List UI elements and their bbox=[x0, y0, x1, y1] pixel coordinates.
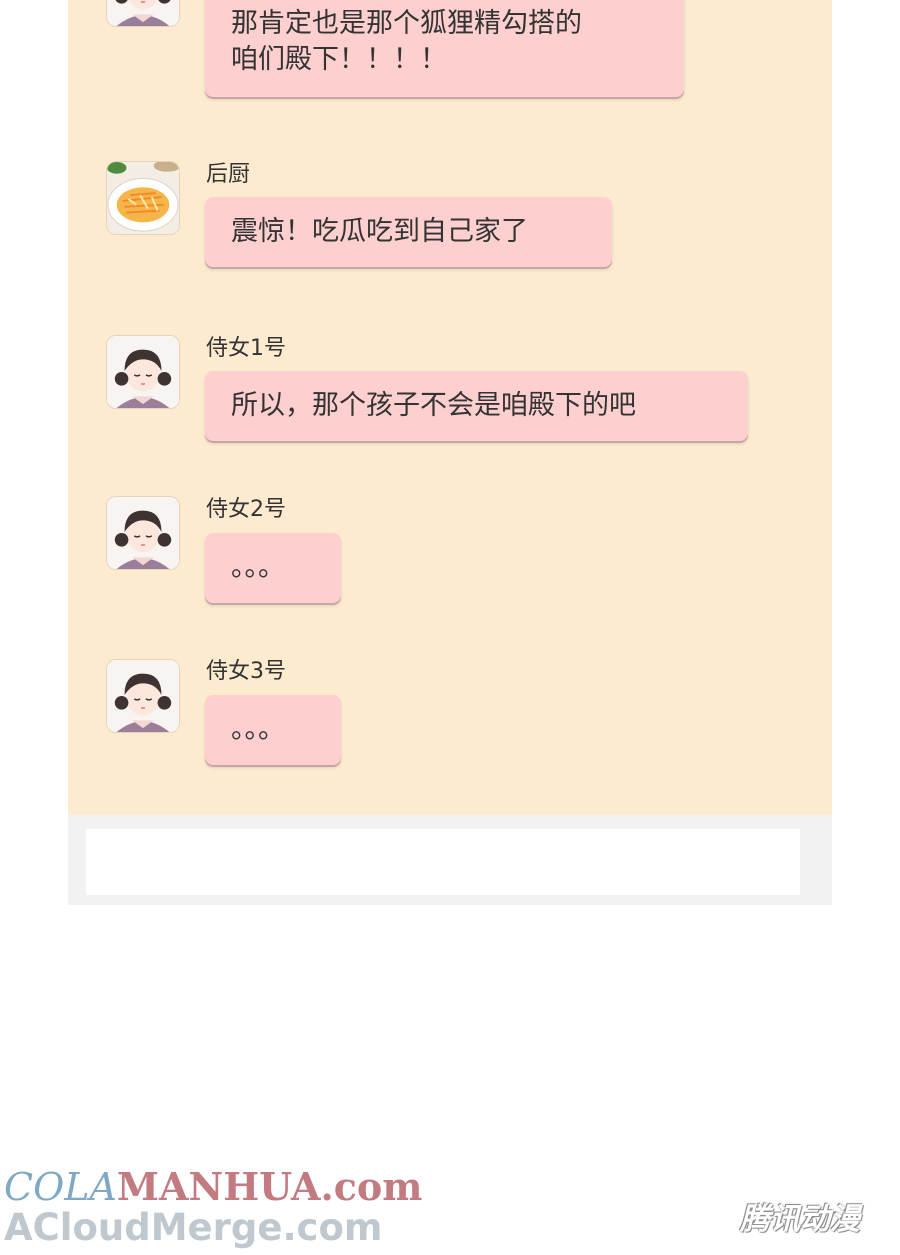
message-text-line: 那肯定也是那个狐狸精勾搭的 bbox=[231, 8, 582, 39]
message-input-bar bbox=[68, 815, 832, 905]
maid-avatar-icon[interactable] bbox=[106, 0, 180, 27]
watermark-part: MANHUA.com bbox=[116, 1164, 423, 1209]
message-text-line: 震惊！吃瓜吃到自己家了 bbox=[231, 216, 528, 247]
watermark-colamanhua: COLAMANHUA.com bbox=[4, 1164, 423, 1210]
message-text-line: 。。。 bbox=[231, 714, 285, 745]
message-text-line: 所以，那个孩子不会是咱殿下的吧 bbox=[231, 390, 636, 421]
chat-panel: 那肯定也是那个狐狸精勾搭的 咱们殿下！！！！ 后厨 震惊！吃瓜吃到自己家了 侍女… bbox=[68, 0, 832, 815]
maid-avatar-icon[interactable] bbox=[106, 659, 180, 733]
sender-name: 侍女3号 bbox=[206, 659, 286, 684]
message-bubble: 那肯定也是那个狐狸精勾搭的 咱们殿下！！！！ bbox=[205, 0, 684, 97]
message-bubble: 震惊！吃瓜吃到自己家了 bbox=[205, 197, 612, 267]
sender-name: 后厨 bbox=[206, 162, 251, 187]
watermark-acloudmerge: ACloudMerge.com bbox=[4, 1206, 383, 1249]
message-bubble: 所以，那个孩子不会是咱殿下的吧 bbox=[205, 371, 748, 441]
maid-avatar-icon[interactable] bbox=[106, 335, 180, 409]
food-plate-avatar-icon[interactable] bbox=[106, 161, 180, 235]
message-text-line: 。。。 bbox=[231, 552, 285, 583]
message-bubble: 。。。 bbox=[205, 695, 341, 765]
message-bubble: 。。。 bbox=[205, 533, 341, 603]
sender-name: 侍女1号 bbox=[206, 336, 286, 361]
sender-name: 侍女2号 bbox=[206, 497, 286, 522]
message-text-line: 咱们殿下！！！！ bbox=[231, 44, 447, 75]
maid-avatar-icon[interactable] bbox=[106, 496, 180, 570]
message-input[interactable] bbox=[86, 829, 800, 895]
watermark-part: COLA bbox=[4, 1165, 117, 1209]
watermark-tencent-logo: 腾讯动漫 bbox=[740, 1202, 860, 1237]
